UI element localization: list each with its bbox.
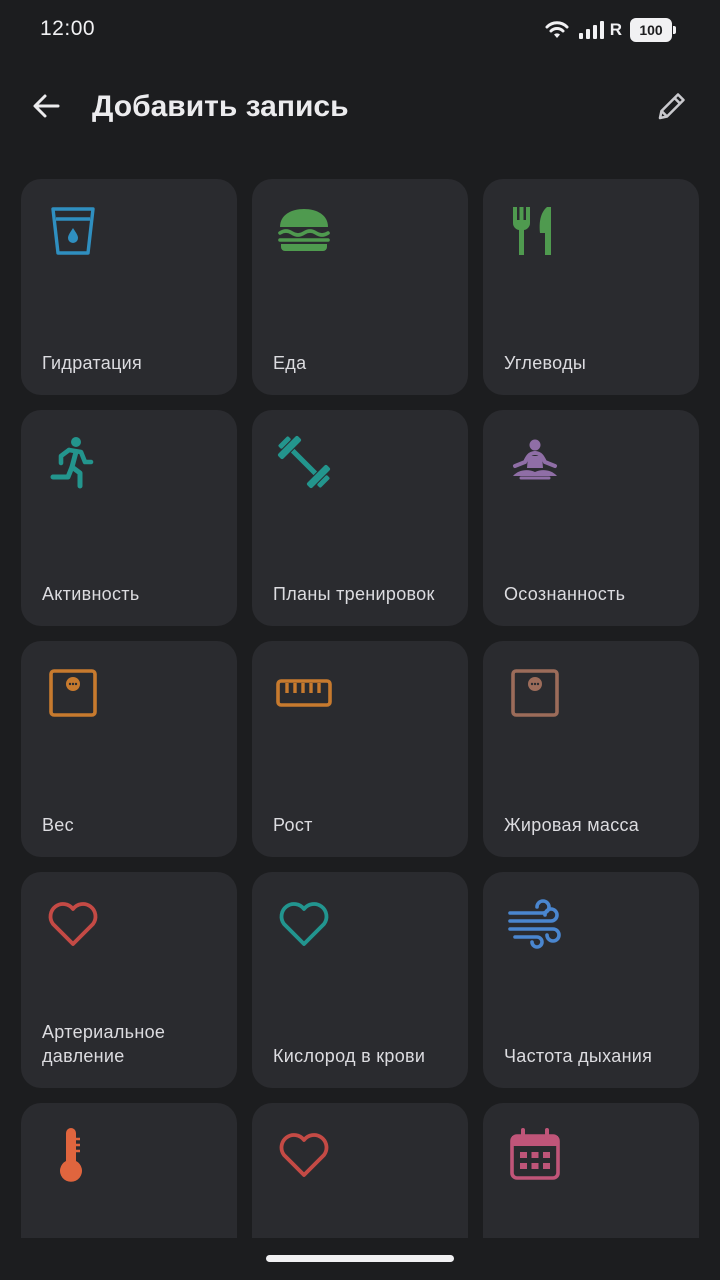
heart-icon [45, 896, 101, 952]
tile-label: Жировая масса [504, 815, 640, 835]
scale-icon [507, 665, 563, 721]
tile-label: Кислород в крови [273, 1046, 426, 1066]
tile-mindfulness[interactable]: Осознанность [483, 410, 699, 626]
tile-workout-plans[interactable]: Планы тренировок [252, 410, 468, 626]
ruler-icon [276, 665, 332, 721]
status-bar: 12:00 R 100 [0, 0, 720, 60]
tile-carbs[interactable]: Углеводы [483, 179, 699, 395]
back-button[interactable] [24, 86, 68, 130]
scale-icon [45, 665, 101, 721]
calendar-icon [507, 1127, 563, 1183]
tile-label: Осознанность [504, 584, 626, 604]
tile-body-fat[interactable]: Жировая масса [483, 641, 699, 857]
wifi-icon [544, 19, 570, 41]
tile-label: Планы тренировок [273, 584, 435, 604]
wind-icon [507, 896, 563, 952]
status-icons: R 100 [544, 18, 676, 42]
tile-activity[interactable]: Активность [21, 410, 237, 626]
screen: 12:00 R 100 Добавить запись Гидратация Е… [0, 0, 720, 1280]
running-person-icon [45, 434, 101, 490]
battery-icon: 100 [630, 18, 676, 42]
home-indicator[interactable] [266, 1255, 454, 1262]
network-type-label: R [609, 20, 622, 39]
tile-label: Углеводы [504, 353, 587, 373]
app-bar: Добавить запись [0, 70, 720, 150]
edit-button[interactable] [648, 86, 696, 130]
meditation-icon [507, 434, 563, 490]
tile-respiratory-rate[interactable]: Частота дыхания [483, 872, 699, 1088]
tile-label: Еда [273, 353, 307, 373]
pencil-icon [654, 88, 690, 129]
arrow-back-icon [30, 90, 62, 127]
heart-icon [276, 896, 332, 952]
tile-label: Артериальное давление [42, 1022, 166, 1066]
tile-label: Рост [273, 815, 313, 835]
tile-hydration[interactable]: Гидратация [21, 179, 237, 395]
fork-knife-icon [507, 203, 563, 259]
tile-blood-pressure[interactable]: Артериальное давление [21, 872, 237, 1088]
status-time: 12:00 [40, 17, 96, 40]
thermometer-icon [45, 1127, 101, 1183]
tile-label: Гидратация [42, 353, 143, 373]
tile-height[interactable]: Рост [252, 641, 468, 857]
tile-label: Активность [42, 584, 140, 604]
entry-type-grid: Гидратация Еда Углеводы Активность Планы… [21, 179, 699, 1280]
dumbbell-icon [276, 434, 332, 490]
water-glass-icon [45, 203, 101, 259]
tile-blood-oxygen[interactable]: Кислород в крови [252, 872, 468, 1088]
page-title: Добавить запись [92, 90, 349, 123]
burger-icon [276, 203, 332, 259]
tile-label: Частота дыхания [504, 1046, 653, 1066]
heart-icon [276, 1127, 332, 1183]
tile-weight[interactable]: Вес [21, 641, 237, 857]
signal-icon [578, 20, 606, 40]
tile-label: Вес [42, 815, 74, 835]
tile-food[interactable]: Еда [252, 179, 468, 395]
